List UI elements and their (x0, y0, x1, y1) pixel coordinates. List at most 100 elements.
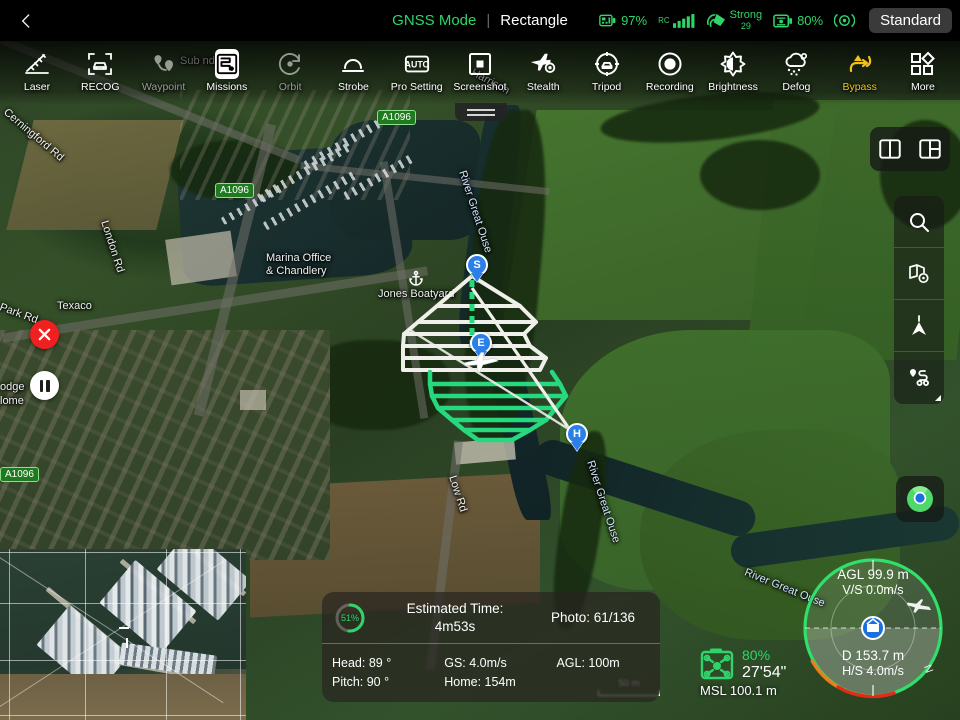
tool-label: Tripod (591, 81, 622, 93)
tool-label: Bypass (842, 81, 877, 93)
pause-icon (39, 379, 43, 392)
tool-recording[interactable]: Recording (639, 45, 701, 93)
tool-label: RECOG (81, 81, 120, 93)
msl-altitude: MSL 100.1 m (700, 683, 777, 698)
remote-battery-icon (599, 14, 616, 27)
tool-laser[interactable]: Laser (6, 45, 68, 93)
locate-aircraft-button[interactable] (896, 476, 944, 522)
map-route-button[interactable] (894, 352, 944, 404)
missions-icon (214, 49, 239, 79)
tool-brightness[interactable]: Brightness (702, 45, 764, 93)
tool-label: Missions (206, 81, 248, 93)
bypass-icon (846, 49, 874, 79)
satellite-icon (706, 13, 725, 27)
map-search-button[interactable] (894, 196, 944, 248)
mission-marker-s[interactable]: S (466, 254, 488, 282)
tool-tripod[interactable]: Tripod (576, 45, 638, 93)
tool-toolbar: Laser RECOG Waypoint Missions Orbit Strobe AUT… (0, 41, 960, 105)
pause-icon (46, 379, 50, 392)
rc-label: RC (658, 15, 670, 25)
route-waypoints-icon (910, 369, 929, 386)
pip-grid-line (0, 603, 246, 604)
stop-mission-button[interactable] (30, 320, 59, 349)
locate-me-icon (907, 486, 933, 512)
tool-label: Waypoint (141, 81, 186, 93)
mission-telemetry-rows: Head: 89 ° GS: 4.0m/s AGL: 100m Pitch: 9… (322, 644, 660, 701)
tool-label: More (910, 81, 935, 93)
screenshot-icon (467, 49, 493, 79)
search-icon (910, 212, 929, 232)
marker-tip (471, 273, 483, 282)
tool-screenshot[interactable]: Screenshot (449, 45, 511, 93)
layout-split-vertical-icon[interactable] (877, 136, 903, 162)
toolbar-drag-handle[interactable] (455, 103, 507, 121)
expand-corner-icon (935, 395, 941, 401)
progress-percent: 51% (340, 612, 359, 623)
auto-camera-icon: AUTO (404, 49, 430, 79)
pip-grid-line (85, 549, 86, 720)
aircraft-battery-icon (700, 648, 734, 680)
tool-label: Stealth (526, 81, 560, 93)
tool-waypoint[interactable]: Waypoint (133, 45, 195, 93)
handle-line (467, 113, 495, 116)
tool-missions[interactable]: Missions (196, 45, 258, 93)
pip-crosshair (119, 627, 133, 648)
tool-pro-setting[interactable]: AUTO Pro Setting (386, 45, 448, 93)
orbit-icon (277, 49, 303, 79)
mission-marker-h[interactable]: H (566, 423, 588, 451)
drone-controller-screen: Cerningford Rd London Rd A1096 A1096 A1096 Te… (0, 0, 960, 720)
map-settings-button[interactable] (894, 248, 944, 300)
map-label: A1096 (377, 110, 416, 125)
map-settings-icon (909, 263, 929, 283)
camera-feed-image (0, 549, 246, 720)
tool-recog[interactable]: RECOG (69, 45, 131, 93)
estimated-time-label: Estimated Time: (406, 601, 504, 617)
navigation-arrow-icon (912, 314, 926, 335)
pip-grid-line (166, 549, 167, 720)
gnss-mode-label: GNSS Mode (392, 12, 477, 29)
agl-value: AGL: 100m (556, 656, 620, 670)
layout-toggle-panel (870, 127, 950, 171)
tool-stealth[interactable]: Stealth (512, 45, 574, 93)
recognition-icon (87, 49, 113, 79)
layout-split-grid-icon[interactable] (917, 136, 943, 162)
battery-values: 80% 27'54" (742, 648, 786, 682)
mission-progress: 51% (322, 602, 378, 634)
remote-battery-value: 97% (621, 13, 648, 28)
tool-strobe[interactable]: Strobe (322, 45, 384, 93)
estimated-time-value: 4m53s (434, 618, 476, 634)
tool-orbit[interactable]: Orbit (259, 45, 321, 93)
map-tools-stack (894, 196, 944, 404)
laser-ruler-icon (24, 49, 50, 79)
gnss-signal-indicator: Strong 29 (706, 9, 762, 31)
waypoint-icon (151, 49, 177, 79)
mission-info-panel: 51% Estimated Time: 4m53s Photo: 61/136 … (322, 592, 660, 702)
radar-compass-widget[interactable]: AGL 99.9 m V/S 0.0m/s D 153.7 m H/S 4.0m… (798, 553, 948, 703)
photo-count: Photo: 61/136 (550, 610, 636, 625)
back-button[interactable] (0, 0, 52, 41)
camera-feed-preview[interactable] (0, 549, 246, 720)
battery-time-remaining: 27'54" (742, 663, 787, 681)
mission-type-label: Rectangle (500, 12, 568, 29)
tool-defog[interactable]: Defog (765, 45, 827, 93)
map-label: A1096 (215, 183, 254, 198)
tool-bypass[interactable]: Bypass (829, 45, 891, 93)
close-x-icon (38, 328, 51, 341)
map-urban-area (0, 330, 330, 560)
flight-mode-button[interactable]: Standard (869, 8, 952, 33)
tool-more[interactable]: More (892, 45, 954, 93)
svg-text:AUTO: AUTO (404, 60, 429, 70)
pause-mission-button[interactable] (30, 371, 59, 400)
mission-summary-row: 51% Estimated Time: 4m53s Photo: 61/136 (322, 592, 660, 644)
tool-label: Recording (645, 81, 694, 93)
map-treeline (700, 140, 820, 210)
gimbal-indicator (834, 12, 856, 29)
gnss-values: Strong 29 (730, 9, 762, 31)
telemetry-row: Head: 89 ° GS: 4.0m/s AGL: 100m (332, 656, 650, 670)
tool-label: Brightness (708, 81, 758, 93)
map-orientation-button[interactable] (894, 300, 944, 352)
gimbal-icon (834, 14, 856, 27)
more-grid-icon (910, 49, 936, 79)
pip-grid-line (0, 715, 246, 716)
pip-grid-line (0, 660, 246, 661)
